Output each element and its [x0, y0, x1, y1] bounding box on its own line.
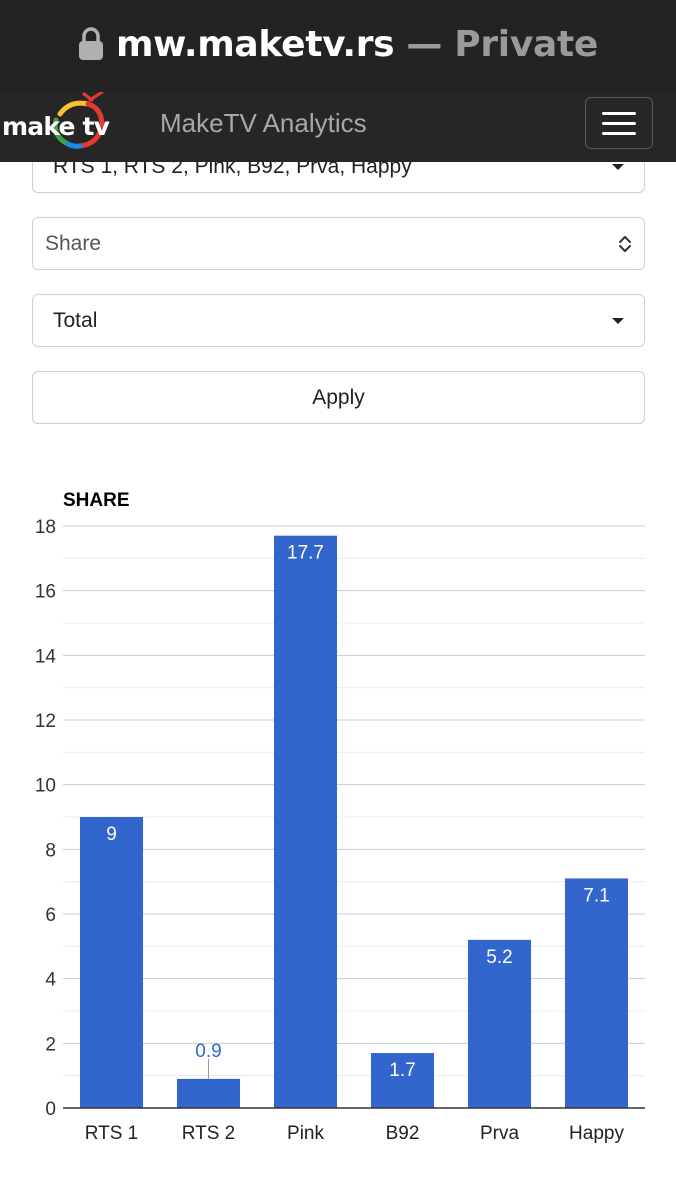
bar-data-label: 5.2: [486, 947, 512, 968]
chevron-down-icon: [612, 318, 624, 324]
x-category-label: B92: [386, 1123, 420, 1144]
y-tick-label: 16: [35, 582, 56, 603]
y-tick-label: 0: [45, 1099, 56, 1120]
bar[interactable]: [564, 878, 629, 1108]
hamburger-line-icon: [602, 131, 636, 135]
metric-select[interactable]: Share: [32, 217, 645, 270]
maketv-logo[interactable]: make tv: [0, 92, 110, 162]
period-select-value: Total: [53, 308, 98, 332]
url-host: mw.maketv.rs: [115, 23, 395, 65]
x-category-label: Prva: [480, 1123, 520, 1144]
bar-data-label: 1.7: [389, 1060, 415, 1081]
y-tick-label: 6: [45, 905, 56, 926]
metric-select-value: Share: [45, 231, 102, 255]
y-tick-label: 2: [45, 1034, 56, 1055]
private-mode-label: — Private: [406, 23, 599, 65]
x-category-label: Happy: [569, 1123, 624, 1144]
apply-button[interactable]: Apply: [32, 371, 645, 424]
x-category-label: RTS 2: [182, 1123, 236, 1144]
bar[interactable]: [79, 817, 144, 1108]
y-tick-label: 18: [35, 517, 56, 538]
chart-title: SHARE: [63, 490, 130, 511]
lock-icon: [78, 27, 103, 60]
hamburger-line-icon: [602, 111, 636, 115]
y-tick-label: 4: [45, 970, 56, 991]
url-display[interactable]: mw.maketv.rs — Private: [78, 24, 598, 65]
logo-text: make tv: [2, 112, 110, 141]
share-chart: 0 2 4 6 8 10 12 14 16 18 9 RTS 1 0.9 RTS 2 17.7 Pink 1.7…: [0, 480, 676, 1180]
bar[interactable]: [176, 1078, 241, 1108]
hamburger-line-icon: [602, 121, 636, 125]
x-category-label: RTS 1: [85, 1123, 139, 1144]
share-bar-chart: 0 2 4 6 8 10 12 14 16 18 9 RTS 1 0.9 RTS 2 17.7 Pink 1.7…: [35, 517, 645, 1144]
browser-address-bar[interactable]: mw.maketv.rs — Private: [0, 0, 676, 92]
app-title[interactable]: MakeTV Analytics: [160, 108, 367, 139]
bar[interactable]: [273, 535, 338, 1108]
y-tick-label: 14: [35, 646, 57, 667]
x-category-label: Pink: [287, 1123, 324, 1144]
updown-arrows-icon: [619, 236, 631, 252]
hamburger-menu-button[interactable]: [585, 97, 653, 149]
y-tick-label: 12: [35, 711, 56, 732]
bar-data-label: 7.1: [583, 885, 609, 906]
app-navbar: make tv MakeTV Analytics: [0, 92, 676, 162]
bar-data-label: 0.9: [195, 1041, 221, 1062]
y-tick-label: 8: [45, 840, 56, 861]
y-tick-label: 10: [35, 776, 56, 797]
chevron-down-icon: [612, 164, 624, 170]
period-select[interactable]: Total: [32, 294, 645, 347]
bar-data-label: 9: [106, 824, 117, 845]
bar-data-label: 17.7: [287, 543, 324, 564]
